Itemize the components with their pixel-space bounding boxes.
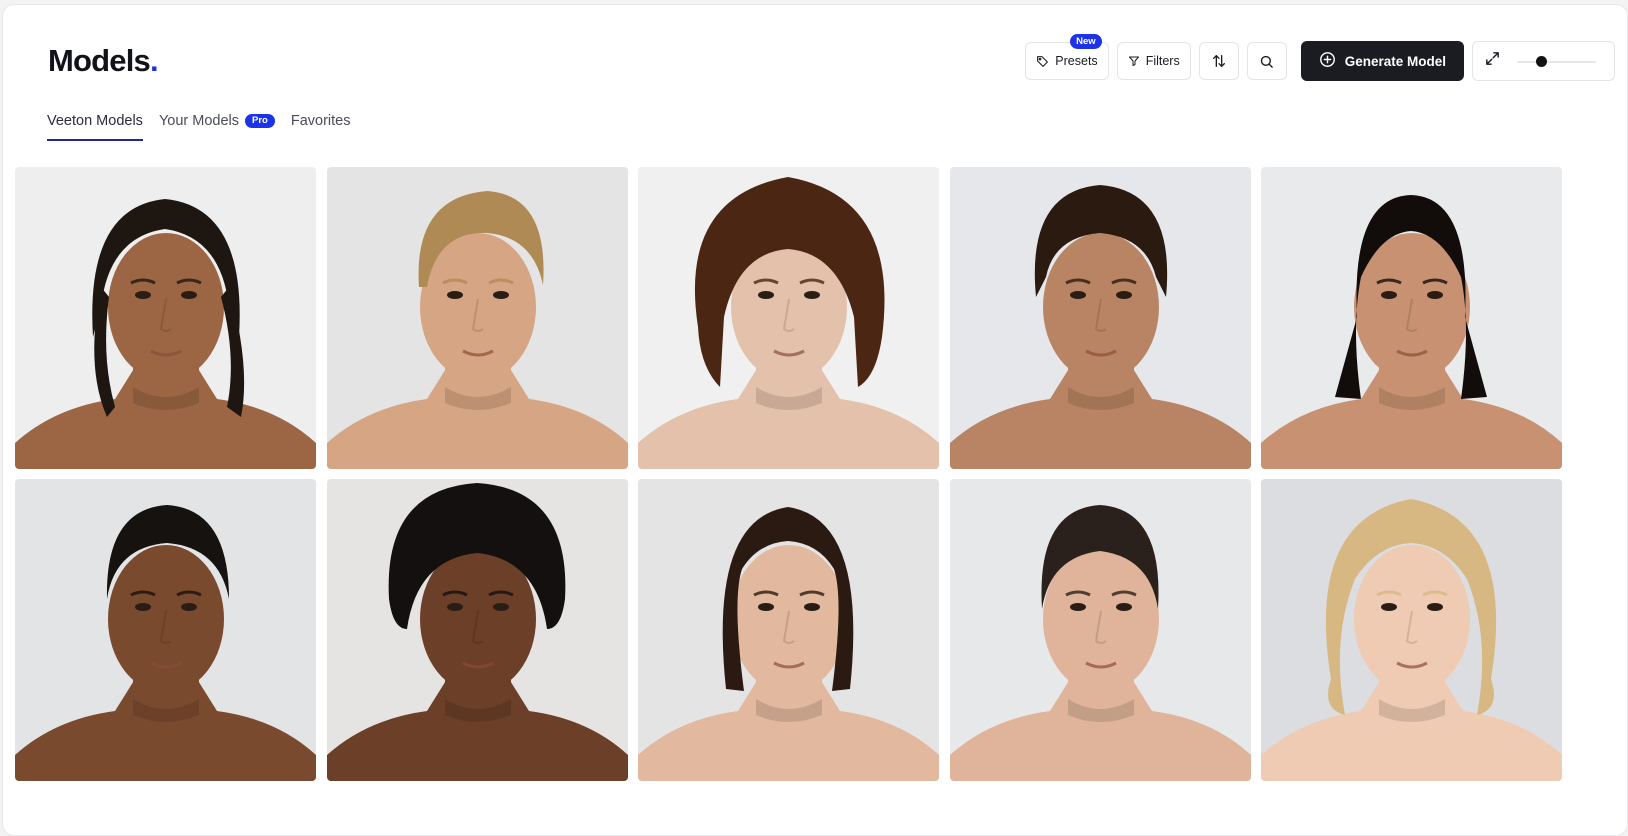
model-portrait-image — [1261, 167, 1562, 469]
sort-arrows-icon — [1211, 53, 1227, 69]
tab-your-models[interactable]: Your Models Pro — [159, 113, 275, 141]
filter-icon — [1128, 55, 1140, 67]
model-card[interactable] — [326, 167, 628, 469]
page-header: Models. New Presets Filters Generate Mod… — [3, 5, 1627, 165]
model-card[interactable] — [949, 167, 1251, 469]
expand-icon[interactable] — [1484, 50, 1501, 72]
model-portrait-image — [15, 167, 316, 469]
model-card[interactable] — [638, 167, 939, 469]
tab-label: Favorites — [290, 113, 351, 129]
toolbar: New Presets Filters Generate Model — [1017, 34, 1615, 82]
model-card[interactable] — [638, 479, 939, 781]
model-card[interactable] — [1261, 479, 1562, 781]
model-tabs: Veeton Models Your Models Pro Favorites — [47, 113, 351, 141]
zoom-control — [1472, 41, 1615, 81]
model-portrait-image — [326, 479, 628, 781]
model-card[interactable] — [15, 167, 316, 469]
model-portrait-image — [15, 479, 316, 781]
model-portrait-image — [638, 479, 939, 781]
presets-button[interactable]: New Presets — [1025, 34, 1109, 80]
model-card[interactable] — [15, 479, 316, 781]
page-title: Models. — [48, 43, 159, 78]
presets-label: Presets — [1055, 54, 1098, 68]
tab-favorites[interactable]: Favorites — [291, 113, 351, 141]
model-card[interactable] — [326, 479, 628, 781]
model-portrait-image — [638, 167, 939, 469]
model-portrait-image — [949, 167, 1251, 469]
zoom-slider-handle[interactable] — [1536, 56, 1548, 67]
generate-model-label: Generate Model — [1344, 53, 1446, 69]
model-card[interactable] — [1261, 167, 1562, 469]
model-portrait-image — [1261, 479, 1562, 781]
model-portrait-image — [949, 479, 1251, 781]
pro-badge: Pro — [245, 114, 275, 128]
model-portrait-image — [326, 167, 628, 469]
tab-label: Veeton Models — [47, 113, 143, 129]
tag-icon — [1036, 55, 1049, 68]
model-grid — [15, 167, 1562, 781]
sort-button[interactable] — [1198, 42, 1239, 80]
search-button[interactable] — [1246, 42, 1287, 80]
models-page: Models. New Presets Filters Generate Mod… — [2, 4, 1628, 836]
new-badge: New — [1070, 34, 1102, 49]
model-card[interactable] — [949, 479, 1251, 781]
zoom-slider-track[interactable] — [1517, 61, 1596, 63]
plus-circle-icon — [1319, 51, 1336, 71]
search-icon — [1259, 54, 1274, 69]
generate-model-button[interactable]: Generate Model — [1300, 41, 1464, 81]
filters-label: Filters — [1145, 54, 1180, 68]
tab-veeton-models[interactable]: Veeton Models — [47, 113, 143, 141]
tab-label: Your Models — [158, 113, 240, 129]
filters-button[interactable]: Filters — [1116, 42, 1191, 80]
